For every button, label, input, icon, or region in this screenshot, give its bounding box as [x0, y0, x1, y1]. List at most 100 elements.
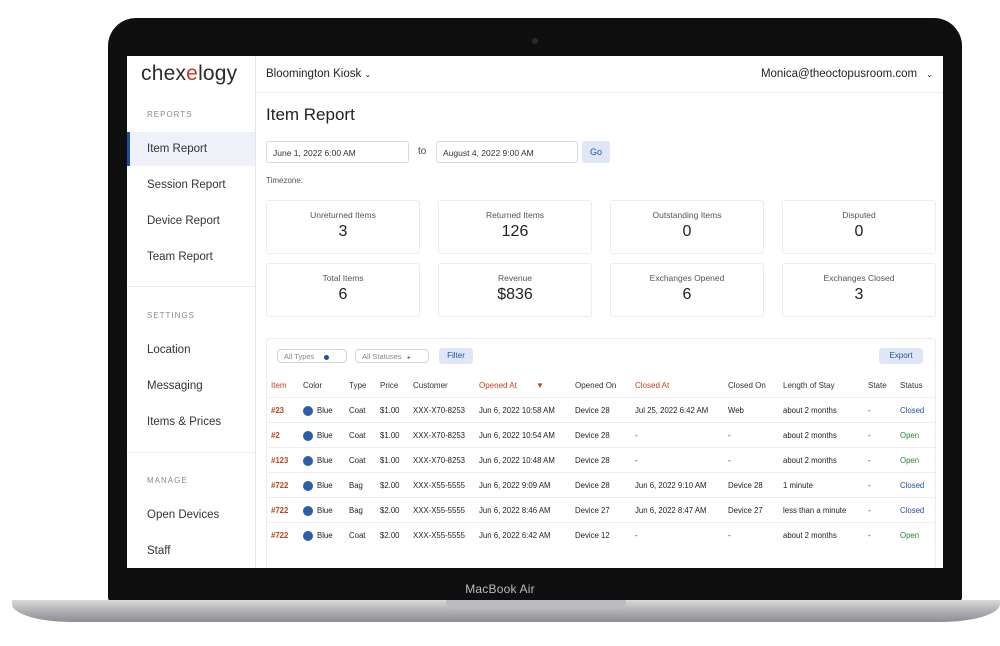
stat-value: $836: [497, 286, 533, 303]
radio-dot-icon: [324, 354, 330, 360]
app-logo[interactable]: chexelogy: [141, 62, 237, 86]
table-cell: XXX-X55-5555: [413, 531, 466, 540]
table-cell: Jun 6, 2022 6:42 AM: [479, 531, 551, 540]
table-cell: Jun 6, 2022 10:58 AM: [479, 406, 555, 415]
column-header[interactable]: State: [868, 381, 887, 390]
column-header[interactable]: Customer: [413, 381, 448, 390]
stat-label: Unreturned Items: [310, 210, 376, 220]
sidebar-item-items-prices[interactable]: Items & Prices: [127, 405, 255, 439]
table-cell: $2.00: [380, 481, 400, 490]
top-bar: Bloomington Kiosk ⌄ Monica@theoctopusroo…: [256, 56, 943, 93]
stat-card: Total Items 6: [266, 263, 420, 317]
table-cell: -: [868, 506, 871, 515]
item-link[interactable]: #722: [271, 498, 288, 523]
stat-card: Returned Items 126: [438, 200, 592, 254]
type-filter-select[interactable]: All Types: [277, 349, 347, 363]
status-cell: Open: [900, 456, 920, 465]
table-cell: -: [868, 481, 871, 490]
status-filter-select[interactable]: All Statuses ▸: [355, 349, 429, 363]
table-row[interactable]: #23 Blue Coat $1.00 XXX-X70-8253 Jun 6, 2022 …: [267, 397, 935, 423]
table-cell: Jun 6, 2022 9:10 AM: [635, 481, 707, 490]
column-header[interactable]: Opened On: [575, 381, 616, 390]
item-link[interactable]: #2: [271, 423, 280, 448]
color-swatch-icon: [303, 505, 313, 516]
export-button[interactable]: Export: [879, 348, 923, 364]
filter-button[interactable]: Filter: [439, 348, 473, 364]
date-to-input[interactable]: August 4, 2022 9:00 AM: [436, 141, 578, 163]
location-label: Bloomington Kiosk: [266, 68, 362, 80]
table-cell: Device 27: [728, 506, 763, 515]
chevron-down-icon: ⌄: [926, 70, 933, 79]
table-cell: Jul 25, 2022 6:42 AM: [635, 406, 709, 415]
column-header[interactable]: Length of Stay: [783, 381, 835, 390]
table-cell: about 2 months: [783, 456, 837, 465]
item-link[interactable]: #722: [271, 523, 288, 548]
column-header[interactable]: Color: [303, 381, 322, 390]
table-cell: Jun 6, 2022 9:09 AM: [479, 481, 551, 490]
item-link[interactable]: #722: [271, 473, 288, 498]
sidebar-item-location[interactable]: Location: [127, 333, 255, 367]
sidebar-item-item-report[interactable]: Item Report: [127, 132, 255, 166]
table-cell: XXX-X70-8253: [413, 406, 466, 415]
column-header[interactable]: Closed At: [635, 381, 669, 390]
table-cell: XXX-X70-8253: [413, 456, 466, 465]
go-button[interactable]: Go: [582, 141, 610, 163]
stat-value: 0: [682, 223, 692, 240]
color-swatch-icon: [303, 455, 313, 466]
sidebar-item-messaging[interactable]: Messaging: [127, 369, 255, 403]
status-cell: Closed: [900, 481, 925, 490]
items-table: All Types All Statuses ▸ Filter Export It…: [266, 338, 936, 568]
color-cell: Blue: [303, 473, 333, 498]
table-cell: Jun 6, 2022 8:47 AM: [635, 506, 707, 515]
sidebar-item-open-devices[interactable]: Open Devices: [127, 498, 255, 532]
item-link[interactable]: #123: [271, 448, 288, 473]
column-header[interactable]: Status: [900, 381, 923, 390]
stat-card: Exchanges Closed 3: [782, 263, 936, 317]
stat-value: 6: [682, 286, 692, 303]
logo-text-accent: e: [186, 62, 199, 85]
logo-text-prefix: chex: [141, 62, 187, 85]
status-cell: Open: [900, 431, 920, 440]
stat-card: Unreturned Items 3: [266, 200, 420, 254]
stat-card: Disputed 0: [782, 200, 936, 254]
column-header[interactable]: Price: [380, 381, 398, 390]
sidebar-divider: [127, 452, 255, 453]
table-row[interactable]: #722 Blue Bag $2.00 XXX-X55-5555 Jun 6, 2022 …: [267, 497, 935, 523]
table-cell: Coat: [349, 431, 366, 440]
table-cell: $2.00: [380, 531, 400, 540]
table-cell: -: [635, 456, 638, 465]
table-row[interactable]: #722 Blue Coat $2.00 XXX-X55-5555 Jun 6, 2022…: [267, 522, 935, 548]
main-content: Item Report June 1, 2022 6:00 AM to Augu…: [256, 93, 943, 568]
color-swatch-icon: [303, 430, 313, 441]
location-selector[interactable]: Bloomington Kiosk ⌄: [266, 68, 371, 80]
user-menu[interactable]: Monica@theoctopusroom.com ⌄: [761, 68, 933, 80]
table-row[interactable]: #2 Blue Coat $1.00 XXX-X70-8253 Jun 6, 2022 1…: [267, 422, 935, 448]
column-header[interactable]: Closed On: [728, 381, 766, 390]
color-cell: Blue: [303, 448, 333, 473]
table-cell: about 2 months: [783, 531, 837, 540]
table-cell: Bag: [349, 506, 363, 515]
camera-icon: [532, 38, 538, 44]
stat-label: Exchanges Opened: [649, 273, 725, 283]
sidebar-item-device-report[interactable]: Device Report: [127, 204, 255, 238]
stat-value: 126: [501, 223, 529, 240]
sidebar-item-staff[interactable]: Staff: [127, 534, 255, 568]
date-from-input[interactable]: June 1, 2022 6:00 AM: [266, 141, 409, 163]
column-header[interactable]: Item: [271, 381, 287, 390]
sidebar-item-team-report[interactable]: Team Report: [127, 240, 255, 274]
table-cell: XXX-X55-5555: [413, 506, 466, 515]
table-cell: about 2 months: [783, 431, 837, 440]
sidebar-item-session-report[interactable]: Session Report: [127, 168, 255, 202]
table-cell: -: [868, 531, 871, 540]
caret-icon: ▸: [407, 355, 411, 361]
column-header[interactable]: Type: [349, 381, 366, 390]
sort-desc-icon[interactable]: ▼: [536, 381, 544, 390]
item-link[interactable]: #23: [271, 398, 284, 423]
stat-label: Returned Items: [485, 210, 545, 220]
type-filter-value: All Types: [284, 352, 315, 361]
table-cell: -: [635, 531, 638, 540]
column-header[interactable]: Opened At: [479, 381, 517, 390]
table-cell: -: [728, 531, 731, 540]
table-row[interactable]: #722 Blue Bag $2.00 XXX-X55-5555 Jun 6, 2022 …: [267, 472, 935, 498]
table-row[interactable]: #123 Blue Coat $1.00 XXX-X70-8253 Jun 6, 2022…: [267, 447, 935, 473]
